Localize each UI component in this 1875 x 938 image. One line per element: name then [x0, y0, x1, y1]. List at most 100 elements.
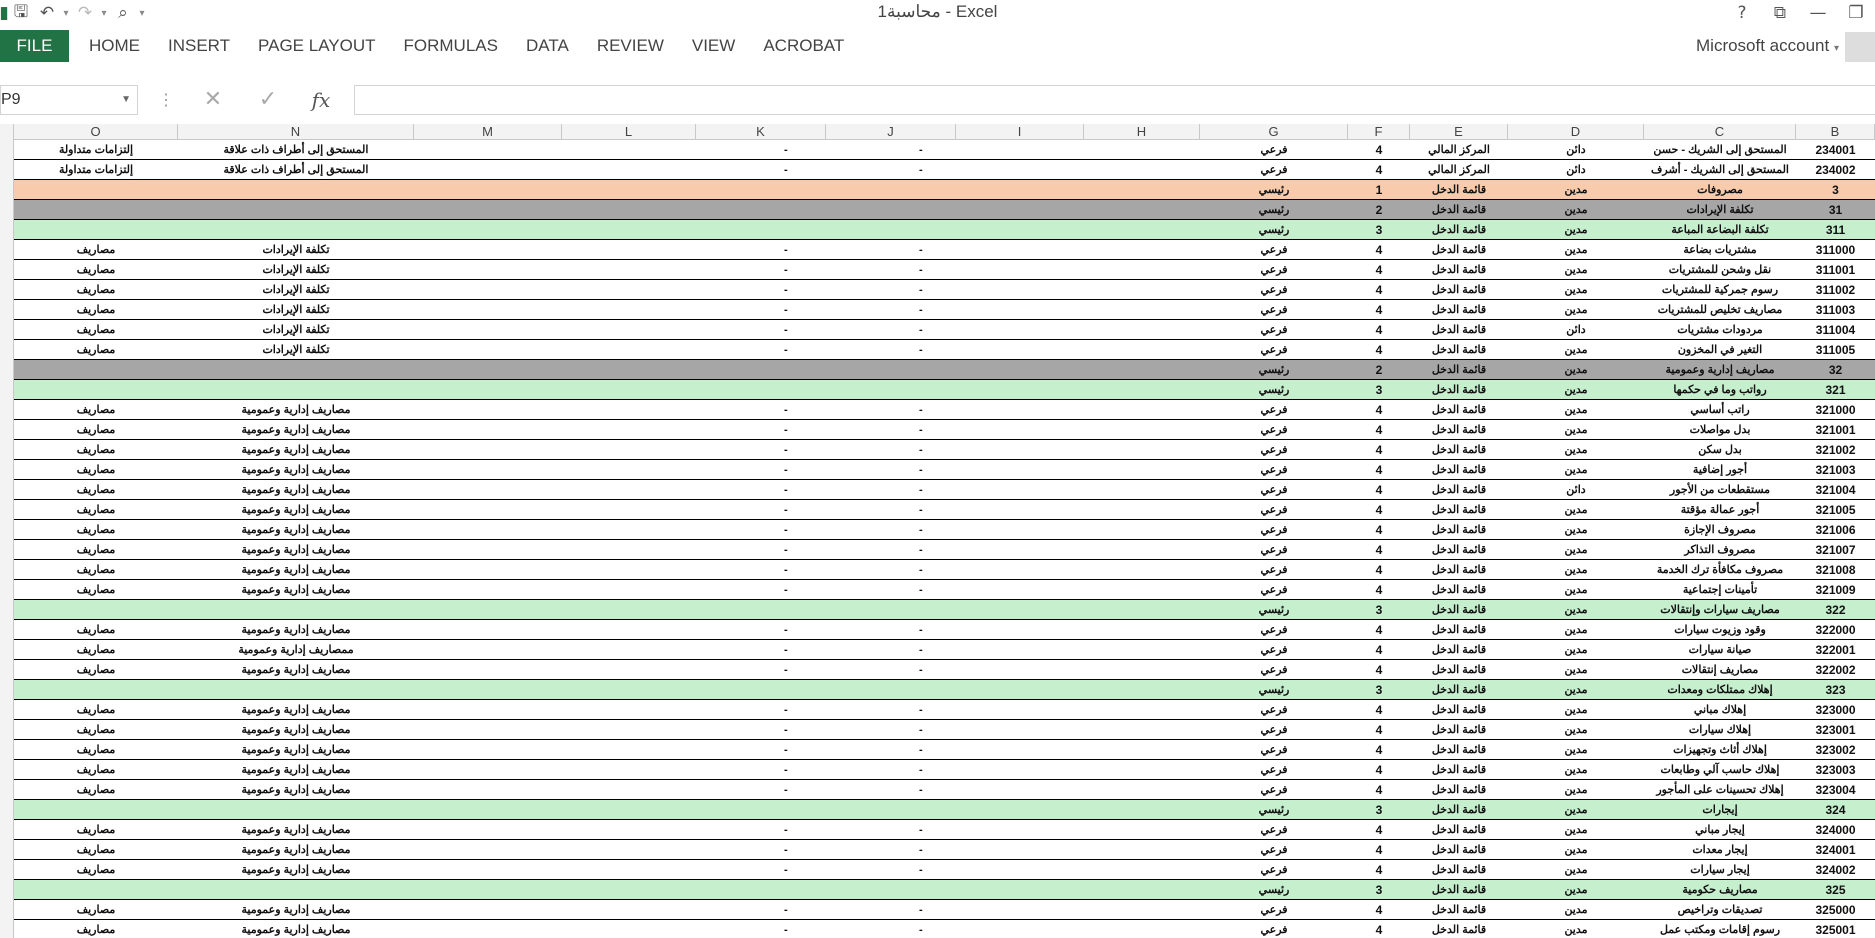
cell-e[interactable]: قائمة الدخل [1410, 360, 1508, 380]
cell-b[interactable]: 3 [1796, 180, 1875, 200]
cell-n[interactable]: مصاريف إدارية وعمومية [178, 920, 414, 938]
cell-g[interactable]: فرعي [1200, 740, 1348, 760]
column-header-m[interactable]: M [414, 124, 562, 140]
cell-e[interactable]: قائمة الدخل [1410, 640, 1508, 660]
cell-c[interactable]: إهلاك سيارات [1644, 720, 1796, 740]
formula-input[interactable] [354, 85, 1875, 115]
cell-range-h-m[interactable]: -- [414, 560, 1200, 580]
cell-f[interactable]: 4 [1348, 700, 1410, 720]
cell-e[interactable]: قائمة الدخل [1410, 920, 1508, 938]
cell-range-h-m[interactable]: -- [414, 340, 1200, 360]
cell-d[interactable]: مدين [1508, 340, 1644, 360]
tab-view[interactable]: VIEW [678, 30, 749, 62]
cell-e[interactable]: قائمة الدخل [1410, 760, 1508, 780]
cell-g[interactable]: فرعي [1200, 540, 1348, 560]
cell-range-h-m[interactable]: -- [414, 820, 1200, 840]
cell-n[interactable]: تكلفة الإيرادات [178, 320, 414, 340]
minimize-icon[interactable]: — [1799, 0, 1837, 26]
cell-range-h-m[interactable] [414, 220, 1200, 240]
cell-d[interactable]: مدين [1508, 180, 1644, 200]
cell-n[interactable]: مصاريف إدارية وعمومية [178, 480, 414, 500]
cell-e[interactable]: قائمة الدخل [1410, 860, 1508, 880]
cell-f[interactable]: 4 [1348, 780, 1410, 800]
cell-range-h-m[interactable]: -- [414, 860, 1200, 880]
cell-d[interactable]: مدين [1508, 600, 1644, 620]
cell-o[interactable]: مصاريف [14, 260, 178, 280]
cell-n[interactable] [178, 180, 414, 200]
cell-range-h-m[interactable] [414, 880, 1200, 900]
cell-o[interactable] [14, 680, 178, 700]
cell-e[interactable]: قائمة الدخل [1410, 460, 1508, 480]
cell-range-h-m[interactable]: -- [414, 160, 1200, 180]
cell-f[interactable]: 4 [1348, 760, 1410, 780]
column-header-g[interactable]: G [1200, 124, 1348, 140]
cell-g[interactable]: رئيسي [1200, 180, 1348, 200]
cell-n[interactable]: تكلفة الإيرادات [178, 240, 414, 260]
cell-c[interactable]: صيانة سيارات [1644, 640, 1796, 660]
cell-f[interactable]: 4 [1348, 720, 1410, 740]
cell-n[interactable]: مصاريف إدارية وعمومية [178, 660, 414, 680]
cell-c[interactable]: تصديقات وتراخيص [1644, 900, 1796, 920]
cell-c[interactable]: مصروف التذاكر [1644, 540, 1796, 560]
cell-g[interactable]: فرعي [1200, 900, 1348, 920]
cell-range-h-m[interactable]: -- [414, 760, 1200, 780]
cell-n[interactable]: مصاريف إدارية وعمومية [178, 780, 414, 800]
tab-home[interactable]: HOME [75, 30, 154, 62]
cell-o[interactable]: مصاريف [14, 700, 178, 720]
name-box[interactable]: P9 ▼ [0, 85, 138, 115]
cell-b[interactable]: 324001 [1796, 840, 1875, 860]
tab-data[interactable]: DATA [512, 30, 583, 62]
cell-f[interactable]: 4 [1348, 520, 1410, 540]
cell-c[interactable]: مردودات مشتريات [1644, 320, 1796, 340]
cell-o[interactable] [14, 800, 178, 820]
cell-n[interactable]: مصاريف إدارية وعمومية [178, 700, 414, 720]
cell-g[interactable]: رئيسي [1200, 600, 1348, 620]
cell-d[interactable]: مدين [1508, 820, 1644, 840]
cell-b[interactable]: 324000 [1796, 820, 1875, 840]
cell-o[interactable]: مصاريف [14, 660, 178, 680]
cell-f[interactable]: 3 [1348, 600, 1410, 620]
cell-o[interactable]: مصاريف [14, 460, 178, 480]
cell-b[interactable]: 321000 [1796, 400, 1875, 420]
cell-g[interactable]: رئيسي [1200, 360, 1348, 380]
cell-n[interactable]: مصاريف إدارية وعمومية [178, 580, 414, 600]
worksheet-grid[interactable]: O N M L K J I H G F E D C B إلتزامات متداولة المستحق إل… [0, 124, 1875, 938]
cell-n[interactable]: مصاريف إدارية وعمومية [178, 840, 414, 860]
cell-range-h-m[interactable]: -- [414, 460, 1200, 480]
cell-e[interactable]: قائمة الدخل [1410, 260, 1508, 280]
cell-b[interactable]: 311005 [1796, 340, 1875, 360]
cell-range-h-m[interactable]: -- [414, 440, 1200, 460]
cell-b[interactable]: 321008 [1796, 560, 1875, 580]
cell-n[interactable]: تكلفة الإيرادات [178, 280, 414, 300]
cell-d[interactable]: مدين [1508, 380, 1644, 400]
cell-e[interactable]: قائمة الدخل [1410, 320, 1508, 340]
cell-n[interactable]: مصاريف إدارية وعمومية [178, 420, 414, 440]
cell-g[interactable]: رئيسي [1200, 800, 1348, 820]
cell-e[interactable]: المركز المالي [1410, 140, 1508, 160]
cell-d[interactable]: مدين [1508, 220, 1644, 240]
cell-range-h-m[interactable]: -- [414, 700, 1200, 720]
cell-c[interactable]: إهلاك ممتلكات ومعدات [1644, 680, 1796, 700]
cell-g[interactable]: فرعي [1200, 280, 1348, 300]
cell-g[interactable]: رئيسي [1200, 680, 1348, 700]
cell-c[interactable]: مصاريف حكومية [1644, 880, 1796, 900]
cell-e[interactable]: قائمة الدخل [1410, 520, 1508, 540]
cell-range-h-m[interactable]: -- [414, 920, 1200, 938]
cell-n[interactable]: مصاريف إدارية وعمومية [178, 540, 414, 560]
cell-d[interactable]: مدين [1508, 660, 1644, 680]
cell-f[interactable]: 4 [1348, 580, 1410, 600]
cell-range-h-m[interactable]: -- [414, 840, 1200, 860]
cell-f[interactable]: 4 [1348, 440, 1410, 460]
cell-d[interactable]: دائن [1508, 140, 1644, 160]
cell-b[interactable]: 323002 [1796, 740, 1875, 760]
cell-range-h-m[interactable] [414, 180, 1200, 200]
cell-o[interactable]: مصاريف [14, 440, 178, 460]
cell-g[interactable]: فرعي [1200, 760, 1348, 780]
cell-d[interactable]: دائن [1508, 160, 1644, 180]
cell-f[interactable]: 4 [1348, 620, 1410, 640]
cell-n[interactable]: مصاريف إدارية وعمومية [178, 620, 414, 640]
cell-range-h-m[interactable]: -- [414, 500, 1200, 520]
cell-b[interactable]: 321 [1796, 380, 1875, 400]
cell-f[interactable]: 4 [1348, 320, 1410, 340]
cell-o[interactable]: مصاريف [14, 560, 178, 580]
